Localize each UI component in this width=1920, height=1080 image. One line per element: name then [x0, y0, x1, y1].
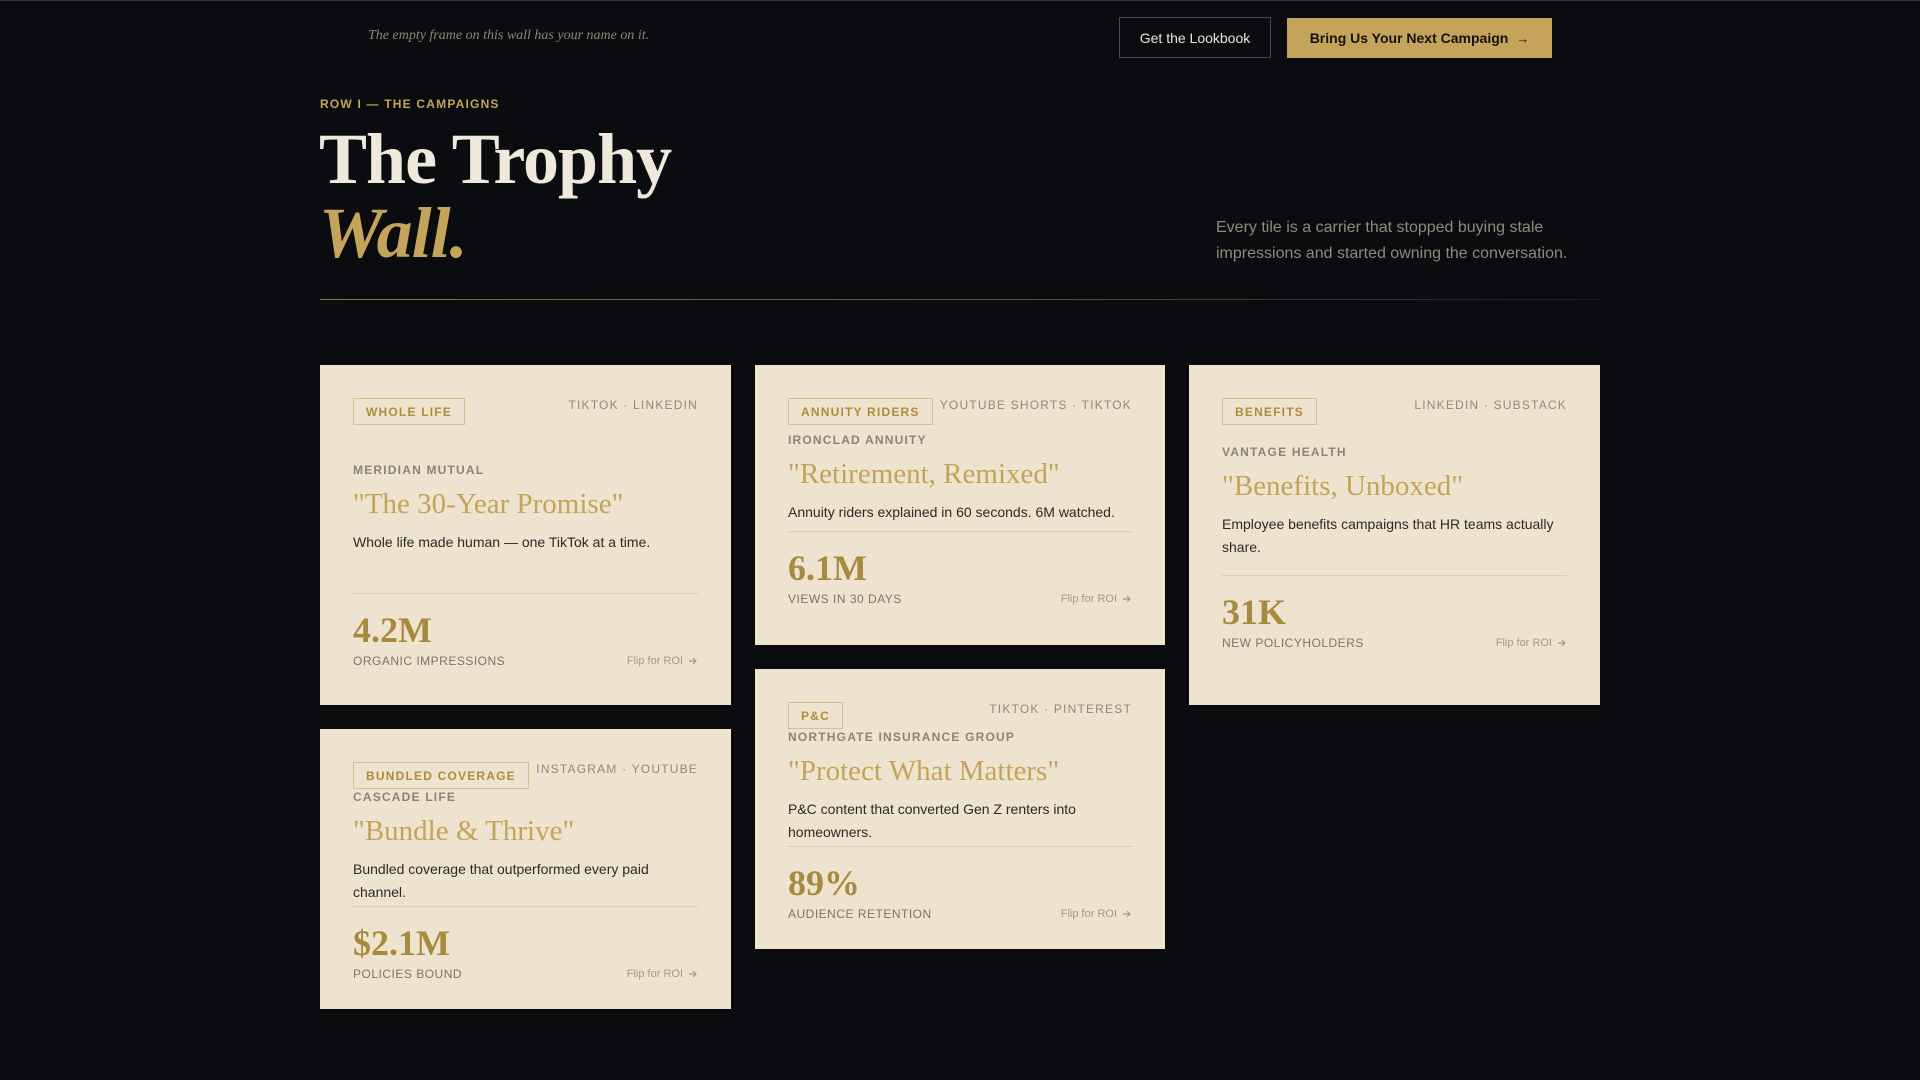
- flip-for-roi-link[interactable]: Flip for ROI: [1496, 637, 1567, 650]
- category-badge: WHOLE LIFE: [353, 398, 465, 425]
- campaign-headline: "Protect What Matters": [788, 755, 1060, 787]
- company-name: MERIDIAN MUTUAL: [353, 463, 485, 477]
- bring-campaign-label: Bring Us Your Next Campaign: [1309, 30, 1509, 46]
- metric-label: POLICIES BOUND: [353, 967, 463, 981]
- metric-value: 31K: [1222, 592, 1287, 632]
- metric-value: 4.2M: [353, 610, 432, 650]
- campaign-card-bundled-coverage[interactable]: BUNDLED COVERAGE INSTAGRAM · YOUTUBE CAS…: [320, 729, 731, 1009]
- card-divider: [788, 846, 1132, 847]
- company-name: IRONCLAD ANNUITY: [788, 433, 927, 447]
- campaign-card-whole-life[interactable]: WHOLE LIFE TIKTOK · LINKEDIN MERIDIAN MU…: [320, 365, 731, 705]
- flip-label: Flip for ROI: [1060, 908, 1117, 920]
- company-name: CASCADE LIFE: [353, 790, 457, 804]
- campaign-card-annuity-riders[interactable]: ANNUITY RIDERS YOUTUBE SHORTS · TIKTOK I…: [755, 365, 1165, 645]
- arrow-right-icon: [1558, 639, 1566, 647]
- campaign-headline: "The 30-Year Promise": [353, 488, 624, 520]
- category-badge: P&C: [788, 702, 843, 729]
- arrow-right-icon: →: [1516, 30, 1530, 46]
- flip-label: Flip for ROI: [1495, 637, 1552, 649]
- arrow-right-icon: [689, 970, 697, 978]
- flip-for-roi-link[interactable]: Flip for ROI: [1061, 908, 1132, 921]
- tagline: The empty frame on this wall has your na…: [368, 28, 650, 43]
- category-badge: BENEFITS: [1222, 398, 1317, 425]
- intro-text: Every tile is a carrier that stopped buy…: [1216, 219, 1568, 262]
- flip-for-roi-link[interactable]: Flip for ROI: [627, 968, 698, 981]
- platforms-label: TIKTOK · LINKEDIN: [568, 398, 698, 412]
- arrow-right-icon: [1123, 910, 1131, 918]
- company-name: NORTHGATE INSURANCE GROUP: [788, 730, 1016, 744]
- flip-label: Flip for ROI: [1060, 593, 1117, 605]
- metric-label: AUDIENCE RETENTION: [788, 907, 932, 921]
- campaign-description: Employee benefits campaigns that HR team…: [1222, 516, 1554, 555]
- page-title-line1: The Trophy: [319, 119, 672, 199]
- campaign-card-p-and-c[interactable]: P&C TIKTOK · PINTEREST NORTHGATE INSURAN…: [755, 669, 1165, 949]
- campaign-description: Annuity riders explained in 60 seconds. …: [788, 504, 1115, 520]
- flip-for-roi-link[interactable]: Flip for ROI: [1061, 593, 1132, 606]
- arrow-right-icon: [1123, 595, 1131, 603]
- card-divider: [1222, 575, 1567, 576]
- metric-value: $2.1M: [353, 923, 450, 963]
- flip-label: Flip for ROI: [626, 655, 683, 667]
- flip-label: Flip for ROI: [626, 968, 683, 980]
- platforms-label: LINKEDIN · SUBSTACK: [1414, 398, 1567, 412]
- top-border: [0, 0, 1920, 1]
- category-badge: ANNUITY RIDERS: [788, 398, 933, 425]
- platforms-label: YOUTUBE SHORTS · TIKTOK: [939, 398, 1132, 412]
- get-lookbook-button[interactable]: Get the Lookbook: [1119, 17, 1271, 58]
- bring-campaign-button[interactable]: Bring Us Your Next Campaign →: [1287, 18, 1552, 58]
- platforms-label: TIKTOK · PINTEREST: [989, 702, 1132, 716]
- header-divider: [320, 299, 1600, 300]
- page-title-line2: Wall.: [319, 193, 468, 273]
- metric-label: ORGANIC IMPRESSIONS: [353, 654, 506, 668]
- card-divider: [353, 906, 698, 907]
- metric-value: 89%: [788, 863, 860, 903]
- campaign-description: Whole life made human — one TikTok at a …: [353, 534, 651, 550]
- campaign-description: Bundled coverage that outperformed every…: [353, 861, 649, 900]
- arrow-right-icon: [689, 657, 697, 665]
- metric-value: 6.1M: [788, 548, 867, 588]
- campaign-headline: "Bundle & Thrive": [353, 815, 575, 847]
- page-title: The Trophy Wall.: [319, 119, 672, 273]
- flip-for-roi-link[interactable]: Flip for ROI: [627, 655, 698, 668]
- campaign-headline: "Benefits, Unboxed": [1222, 470, 1464, 502]
- metric-label: VIEWS IN 30 DAYS: [788, 592, 902, 606]
- platforms-label: INSTAGRAM · YOUTUBE: [536, 762, 698, 776]
- get-lookbook-label: Get the Lookbook: [1139, 29, 1251, 46]
- card-divider: [788, 531, 1132, 532]
- metric-label: NEW POLICYHOLDERS: [1222, 636, 1364, 650]
- card-divider: [353, 593, 698, 594]
- category-badge: BUNDLED COVERAGE: [353, 762, 529, 789]
- campaign-description: P&C content that converted Gen Z renters…: [788, 801, 1076, 840]
- campaign-headline: "Retirement, Remixed": [788, 458, 1060, 490]
- section-eyebrow: ROW I — THE CAMPAIGNS: [320, 97, 500, 111]
- campaign-card-benefits[interactable]: BENEFITS LINKEDIN · SUBSTACK VANTAGE HEA…: [1189, 365, 1600, 705]
- company-name: VANTAGE HEALTH: [1222, 445, 1347, 459]
